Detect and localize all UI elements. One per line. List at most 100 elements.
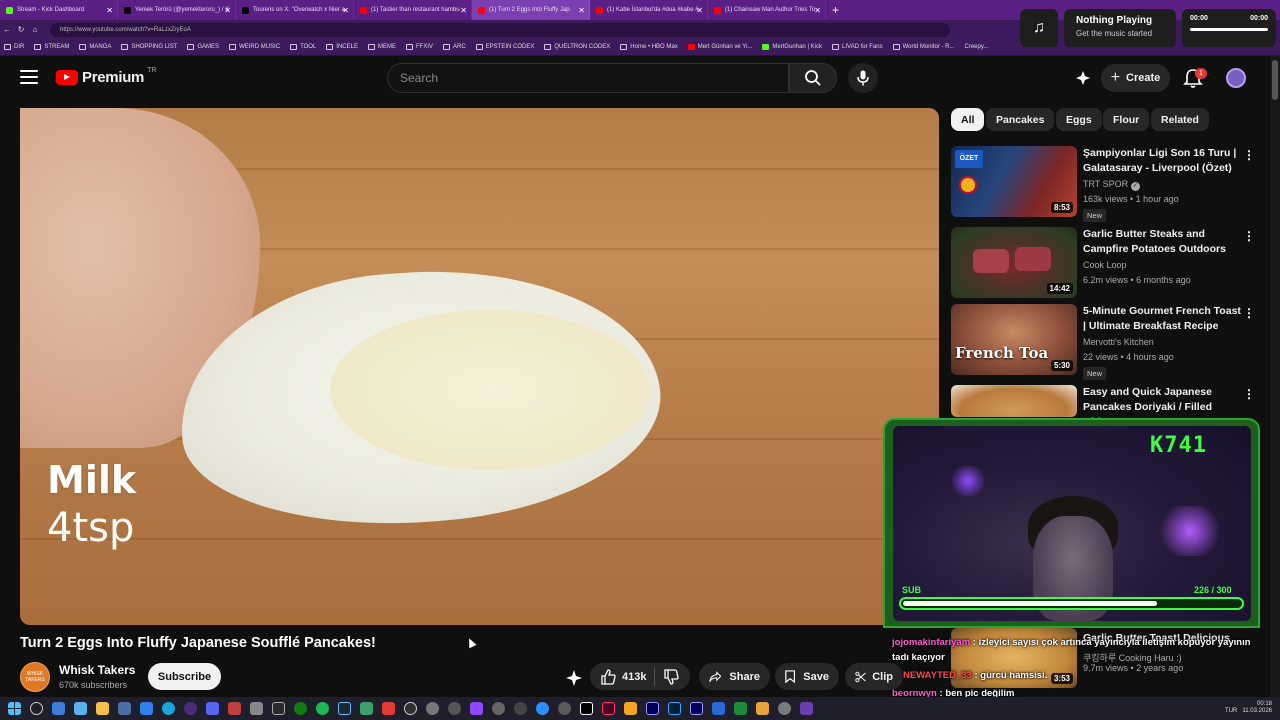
notepad-icon[interactable]	[140, 702, 153, 715]
save-button[interactable]: Save	[775, 663, 839, 690]
xbox-icon[interactable]	[294, 702, 307, 715]
youtube-premium-logo[interactable]: Premium TR	[56, 67, 156, 86]
more-options-icon[interactable]: ⋮	[1243, 148, 1255, 162]
calculator-icon[interactable]	[118, 702, 131, 715]
browser-tab-active[interactable]: (1) Turn 2 Eggs Into Fluffy Jap ✕	[472, 0, 590, 20]
dislike-icon[interactable]	[663, 668, 680, 685]
discord-icon[interactable]	[206, 702, 219, 715]
indesign-icon[interactable]	[602, 702, 615, 715]
video-thumbnail[interactable]: ÖZET 8:53	[951, 146, 1077, 217]
address-bar[interactable]: https://www.youtube.com/watch?v=RaLzxZry…	[50, 22, 950, 37]
app-icon[interactable]	[778, 702, 791, 715]
app-icon[interactable]	[228, 702, 241, 715]
edge-icon[interactable]	[162, 702, 175, 715]
recommended-video[interactable]: French Toa 5:30 5-Minute Gourmet French …	[951, 304, 1255, 380]
app-icon[interactable]	[536, 702, 549, 715]
bookmark-link[interactable]: Creepy...	[965, 44, 989, 50]
bookmark-folder[interactable]: EPSTEIN CODEX	[475, 44, 534, 50]
browser-tab[interactable]: (1) Kabe İstanbul'da #dua #kabe # ✕	[590, 0, 708, 20]
search-input[interactable]: Search	[387, 63, 789, 93]
bookmark-folder[interactable]: MEME	[367, 44, 396, 50]
app-icon[interactable]	[624, 702, 637, 715]
bookmark-folder[interactable]: İNCELE	[326, 44, 358, 50]
like-count[interactable]: 413k	[622, 671, 646, 683]
app-icon[interactable]	[360, 702, 373, 715]
browser-tab[interactable]: Stream - Kick Dashboard ✕	[0, 0, 118, 20]
bookmark-link[interactable]: World Monitor - R...	[892, 44, 955, 50]
hamburger-menu-icon[interactable]	[20, 70, 38, 84]
subscribe-button[interactable]: Subscribe	[148, 663, 221, 690]
steam-icon[interactable]	[338, 702, 351, 715]
app-icon[interactable]	[712, 702, 725, 715]
close-tab-icon[interactable]: ✕	[460, 6, 467, 15]
chip-related[interactable]: Related	[1151, 108, 1209, 131]
task-view-icon[interactable]	[52, 702, 65, 715]
more-options-icon[interactable]: ⋮	[1243, 306, 1255, 320]
more-options-icon[interactable]: ⋮	[1243, 387, 1255, 401]
epic-games-icon[interactable]	[272, 702, 285, 715]
browser-tab[interactable]: Yemek Terörü (@yemekteroru_) / X ✕	[118, 0, 236, 20]
bookmark-link[interactable]: Home • HBO Max	[620, 44, 678, 50]
ask-ai-icon[interactable]	[1075, 70, 1091, 86]
app-icon[interactable]	[426, 702, 439, 715]
home-icon[interactable]: ⌂	[28, 25, 42, 34]
recommended-video[interactable]: Easy and Quick Japanese Pancakes Doriyak…	[951, 385, 1255, 428]
file-explorer-icon[interactable]	[96, 702, 109, 715]
search-button[interactable]	[789, 63, 837, 93]
premiere-icon[interactable]	[690, 702, 703, 715]
app-icon[interactable]	[514, 702, 527, 715]
close-tab-icon[interactable]: ✕	[814, 6, 821, 15]
like-icon[interactable]	[600, 668, 616, 685]
bookmark-folder[interactable]: TOOL	[290, 44, 316, 50]
bookmark-folder[interactable]: SHOPPING LIST	[121, 44, 177, 50]
widgets-icon[interactable]	[74, 702, 87, 715]
chip-eggs[interactable]: Eggs	[1056, 108, 1102, 131]
browser-tab[interactable]: (1) Chainsaw Man Author Tries To ✕	[708, 0, 826, 20]
spotify-icon[interactable]	[316, 702, 329, 715]
chrome-icon[interactable]	[184, 702, 197, 715]
app-icon[interactable]	[756, 702, 769, 715]
reload-icon[interactable]: ↻	[14, 25, 28, 34]
app-icon[interactable]	[800, 702, 813, 715]
obs-icon[interactable]	[404, 702, 417, 715]
bookmark-folder[interactable]: FFXIV	[405, 44, 433, 50]
clip-button[interactable]: Clip	[845, 663, 903, 690]
now-playing[interactable]: Nothing Playing Get the music started	[1064, 9, 1176, 47]
bookmark-link[interactable]: Mert Günhan ve Yi...	[687, 44, 752, 50]
app-icon[interactable]	[250, 702, 263, 715]
close-tab-icon[interactable]: ✕	[578, 6, 585, 15]
close-tab-icon[interactable]: ✕	[696, 6, 703, 15]
recommended-video[interactable]: 14:42 Garlic Butter Steaks and Campfire …	[951, 227, 1255, 299]
app-icon[interactable]	[580, 702, 593, 715]
bookmark-link[interactable]: LIVAD for Fans	[832, 44, 883, 50]
app-icon[interactable]	[492, 702, 505, 715]
more-options-icon[interactable]: ⋮	[1243, 229, 1255, 243]
recommended-video[interactable]: ÖZET 8:53 Şampiyonlar Ligi Son 16 Turu |…	[951, 146, 1255, 222]
ask-ai-sparkle-icon[interactable]	[562, 668, 586, 688]
new-tab-icon[interactable]: +	[832, 3, 839, 17]
scrollbar-thumb[interactable]	[1272, 60, 1278, 100]
close-tab-icon[interactable]: ✕	[106, 6, 113, 15]
close-tab-icon[interactable]: ✕	[224, 6, 231, 15]
music-progress-bar[interactable]	[1190, 28, 1268, 31]
app-icon[interactable]	[734, 702, 747, 715]
bookmark-folder[interactable]: MANGA	[79, 44, 111, 50]
windows-start-icon[interactable]	[8, 702, 21, 715]
video-thumbnail[interactable]: 14:42	[951, 227, 1077, 298]
chip-flour[interactable]: Flour	[1103, 108, 1150, 131]
page-scrollbar[interactable]	[1270, 56, 1280, 697]
tray-language[interactable]: TUR	[1225, 708, 1237, 714]
channel-name[interactable]: Whisk Takers	[59, 663, 135, 677]
bookmark-folder[interactable]: ARC	[443, 44, 466, 50]
bookmark-folder[interactable]: WEIRD MUSIC	[229, 44, 280, 50]
channel-avatar[interactable]: WHISK TAKERS	[20, 662, 50, 692]
audition-icon[interactable]	[646, 702, 659, 715]
back-icon[interactable]: ←	[0, 25, 14, 34]
share-button[interactable]: Share	[699, 663, 770, 690]
bookmark-folder[interactable]: QUELTRON CODEX	[544, 44, 610, 50]
bookmark-folder[interactable]: STREAM	[34, 44, 69, 50]
browser-tab[interactable]: (1) Tastier than restaurant hambu ✕	[354, 0, 472, 20]
system-tray[interactable]: TUR 00:18 11.03.2026	[1225, 701, 1272, 715]
bookmark-folder[interactable]: DIR	[4, 44, 24, 50]
close-tab-icon[interactable]: ✕	[342, 6, 349, 15]
